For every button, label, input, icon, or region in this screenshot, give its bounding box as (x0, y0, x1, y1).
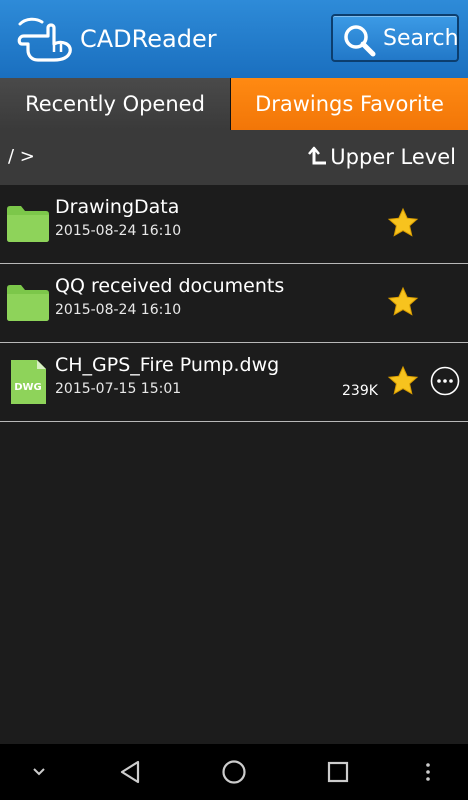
upper-level-label: Upper Level (330, 145, 456, 169)
file-name: QQ received documents (55, 275, 285, 297)
search-button-label: Search (383, 26, 459, 51)
app-title: CADReader (80, 25, 217, 53)
file-name: DrawingData (55, 196, 180, 218)
dwg-file-icon: DWG (11, 360, 46, 404)
file-badge: DWG (14, 382, 42, 393)
list-item-drawingdata[interactable]: DrawingData 2015-08-24 16:10 (0, 185, 468, 264)
list-item-qq-received-documents[interactable]: QQ received documents 2015-08-24 16:10 (0, 264, 468, 343)
file-date: 2015-08-24 16:10 (55, 302, 182, 318)
navigation-bar (0, 744, 468, 800)
folder-icon (7, 206, 49, 242)
upper-level-button[interactable]: Upper Level (308, 142, 456, 172)
star-icon[interactable] (387, 207, 419, 239)
list-item-ch-gps-fire-pump[interactable]: DWG CH_GPS_Fire Pump.dwg 2015-07-15 15:0… (0, 343, 468, 422)
magnifier-icon (344, 25, 376, 57)
home-icon[interactable] (220, 744, 248, 800)
path-bar: / > Upper Level (0, 130, 468, 185)
hand-pointer-icon (17, 17, 72, 62)
file-name: CH_GPS_Fire Pump.dwg (55, 354, 280, 376)
back-icon[interactable] (116, 744, 144, 800)
chevron-down-icon[interactable] (28, 744, 50, 800)
recents-icon[interactable] (325, 744, 351, 800)
folder-icon (7, 285, 49, 321)
file-date: 2015-07-15 15:01 (55, 381, 182, 397)
star-icon[interactable] (387, 365, 419, 397)
current-path: / > (8, 146, 35, 167)
menu-dots-icon[interactable] (420, 744, 436, 800)
file-list: DrawingData 2015-08-24 16:10 QQ received… (0, 185, 468, 422)
top-bar: CADReader Search (0, 0, 468, 79)
tab-recently-opened[interactable]: Recently Opened (0, 78, 231, 130)
upper-level-arrow-icon (308, 146, 327, 165)
tab-drawings-favorite[interactable]: Drawings Favorite (231, 78, 468, 130)
more-options-icon[interactable] (430, 366, 460, 396)
star-icon[interactable] (387, 286, 419, 318)
search-button[interactable]: Search (331, 14, 459, 62)
tab-bar: Recently Opened Drawings Favorite (0, 78, 468, 130)
cadreader-app: CADReader Search Recently Opened Drawing… (0, 0, 468, 800)
file-date: 2015-08-24 16:10 (55, 223, 182, 239)
file-size: 239K (342, 383, 378, 399)
